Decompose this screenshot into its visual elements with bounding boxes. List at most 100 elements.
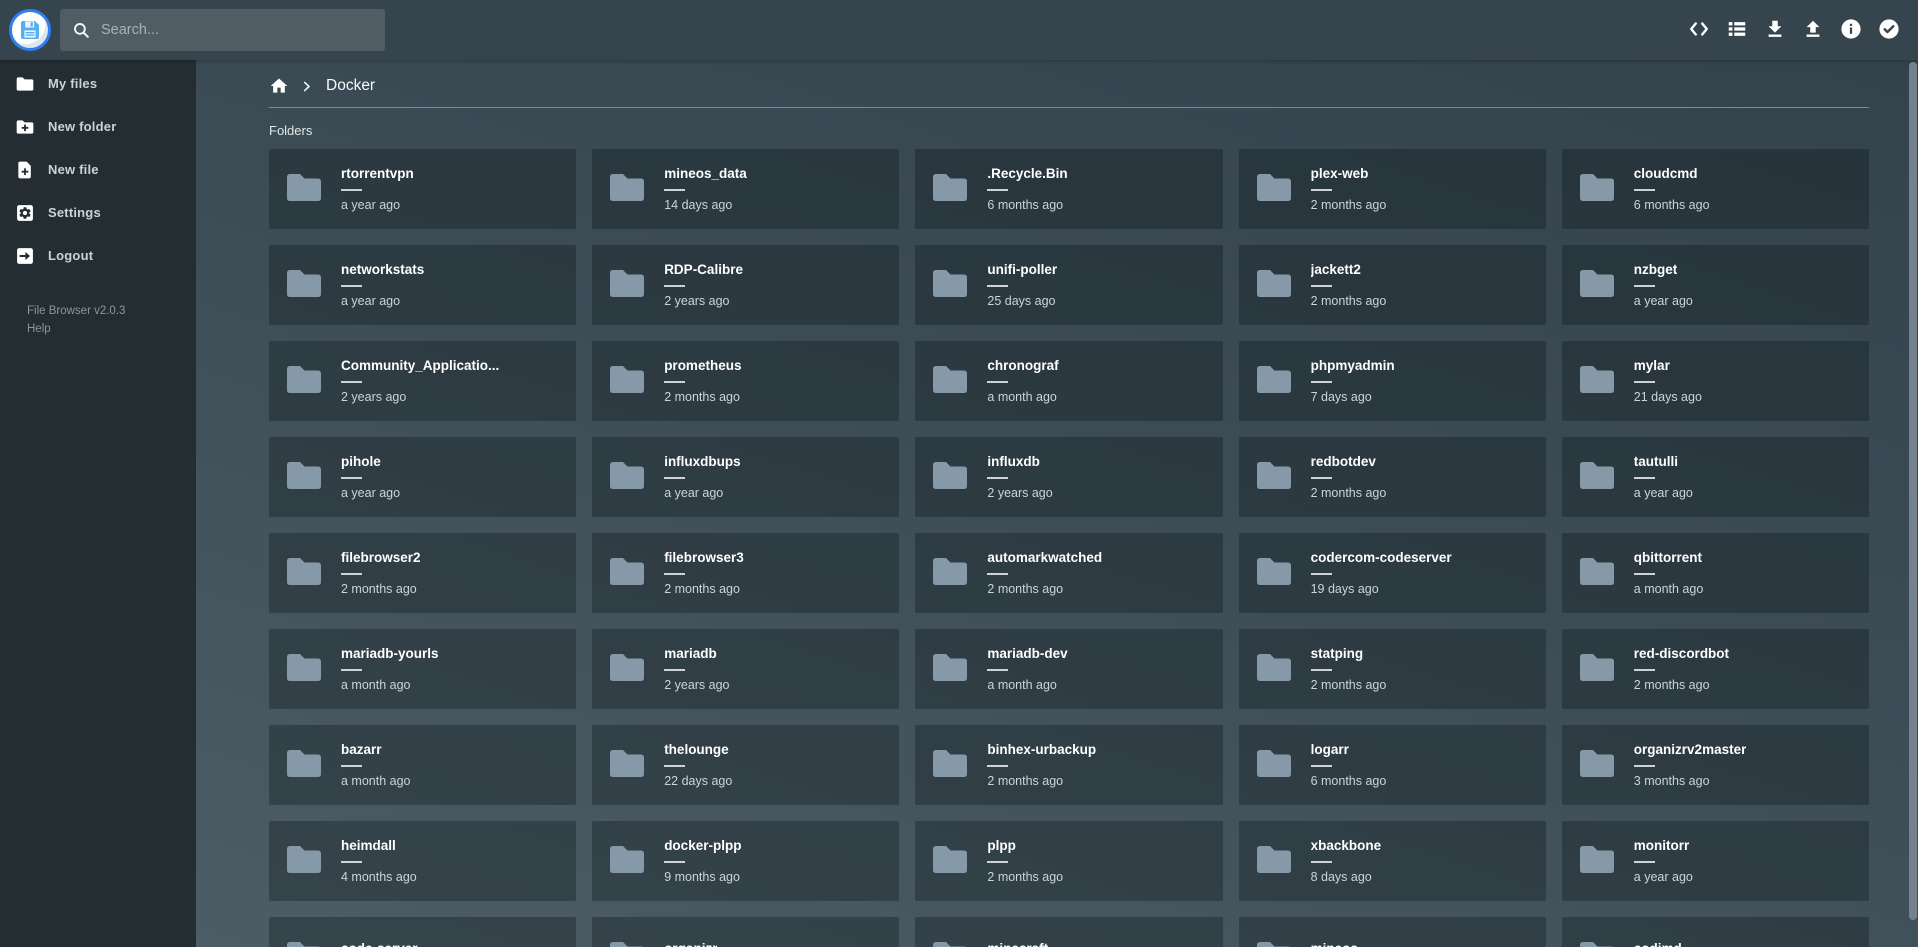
folder-icon (930, 743, 970, 788)
folder-name: redbotdev (1311, 454, 1387, 469)
folder-name: heimdall (341, 838, 417, 853)
select-multiple-button[interactable] (1876, 17, 1902, 43)
top-bar (0, 0, 1918, 60)
folder-card[interactable]: filebrowser32 months ago (592, 533, 899, 613)
sidebar-item-new-folder[interactable]: New folder (0, 105, 196, 148)
folder-name: mariadb-yourls (341, 646, 439, 661)
folder-card[interactable]: thelounge22 days ago (592, 725, 899, 805)
folder-name: xbackbone (1311, 838, 1382, 853)
folder-card[interactable]: docker-plpp9 months ago (592, 821, 899, 901)
folder-name: organizr (664, 941, 717, 947)
folder-card[interactable]: statping2 months ago (1239, 629, 1546, 709)
folder-card[interactable]: mylar21 days ago (1562, 341, 1869, 421)
folder-card[interactable]: filebrowser22 months ago (269, 533, 576, 613)
name-divider (341, 861, 362, 863)
folder-name: codercom-codeserver (1311, 550, 1452, 565)
search-input[interactable] (101, 22, 373, 38)
folder-modified: 2 months ago (987, 870, 1063, 884)
folder-card[interactable]: .Recycle.Bin6 months ago (915, 149, 1222, 229)
folder-card[interactable]: jackett22 months ago (1239, 245, 1546, 325)
folder-card[interactable]: automarkwatched2 months ago (915, 533, 1222, 613)
folder-icon (284, 359, 324, 404)
folder-card[interactable]: unifi-poller25 days ago (915, 245, 1222, 325)
folder-modified: a year ago (1634, 486, 1693, 500)
folder-card[interactable]: minecraft (915, 917, 1222, 947)
download-button[interactable] (1762, 17, 1788, 43)
folder-card[interactable]: influxdb2 years ago (915, 437, 1222, 517)
folder-icon (15, 74, 35, 94)
upload-button[interactable] (1800, 17, 1826, 43)
folder-card[interactable]: networkstatsa year ago (269, 245, 576, 325)
folder-card[interactable]: bazarra month ago (269, 725, 576, 805)
name-divider (341, 765, 362, 767)
folder-name: logarr (1311, 742, 1387, 757)
folder-icon (1577, 551, 1617, 596)
folder-card[interactable]: prometheus2 months ago (592, 341, 899, 421)
folder-card[interactable]: nzbgeta year ago (1562, 245, 1869, 325)
code-icon (1687, 18, 1711, 43)
folder-card[interactable]: cloudcmd6 months ago (1562, 149, 1869, 229)
folder-card[interactable]: red-discordbot2 months ago (1562, 629, 1869, 709)
folder-card[interactable]: mineos (1239, 917, 1546, 947)
sidebar-item-label: Logout (48, 248, 93, 263)
folder-modified: 2 months ago (1311, 678, 1387, 692)
folder-card[interactable]: monitorra year ago (1562, 821, 1869, 901)
folder-card[interactable]: binhex-urbackup2 months ago (915, 725, 1222, 805)
sidebar-item-new-file[interactable]: New file (0, 148, 196, 191)
folder-modified: a month ago (987, 678, 1067, 692)
sidebar-item-settings[interactable]: Settings (0, 191, 196, 234)
folder-modified: a year ago (341, 294, 424, 308)
folder-card[interactable]: Community_Applicatio...2 years ago (269, 341, 576, 421)
folder-card[interactable]: tautulli a year ago (1562, 437, 1869, 517)
view-list-button[interactable] (1724, 17, 1750, 43)
help-link[interactable]: Help (27, 321, 51, 339)
search-bar[interactable] (60, 9, 385, 51)
folder-card[interactable]: phpmyadmin7 days ago (1239, 341, 1546, 421)
folder-card[interactable]: code-server (269, 917, 576, 947)
folder-name: plex-web (1311, 166, 1387, 181)
name-divider (664, 189, 685, 191)
folder-card[interactable]: heimdall 4 months ago (269, 821, 576, 901)
folder-modified: 2 months ago (664, 582, 744, 596)
scrollbar[interactable] (1909, 62, 1917, 920)
folder-card[interactable]: organizrv2master3 months ago (1562, 725, 1869, 805)
folder-card[interactable]: mariadb-deva month ago (915, 629, 1222, 709)
name-divider (341, 285, 362, 287)
folder-icon (930, 359, 970, 404)
name-divider (341, 573, 362, 575)
folder-card[interactable]: codimd (1562, 917, 1869, 947)
folder-modified: 2 years ago (664, 294, 743, 308)
name-divider (341, 381, 362, 383)
folder-modified: 2 months ago (987, 774, 1096, 788)
folder-card[interactable]: mineos_data14 days ago (592, 149, 899, 229)
folder-card[interactable]: redbotdev2 months ago (1239, 437, 1546, 517)
sidebar-item-logout[interactable]: Logout (0, 234, 196, 277)
folder-modified: 4 months ago (341, 870, 417, 884)
folder-card[interactable]: qbittorrenta month ago (1562, 533, 1869, 613)
sidebar-item-label: Settings (48, 205, 101, 220)
switch-view-button[interactable] (1686, 17, 1712, 43)
folder-card[interactable]: plex-web2 months ago (1239, 149, 1546, 229)
folder-modified: 2 years ago (664, 678, 729, 692)
folder-card[interactable]: xbackbone8 days ago (1239, 821, 1546, 901)
info-button[interactable] (1838, 17, 1864, 43)
folder-icon (1254, 647, 1294, 692)
folder-card[interactable]: RDP-Calibre2 years ago (592, 245, 899, 325)
folder-card[interactable]: logarr6 months ago (1239, 725, 1546, 805)
folder-card[interactable]: mariadb-yourlsa month ago (269, 629, 576, 709)
sidebar-item-label: New folder (48, 119, 116, 134)
folder-name: tautulli (1634, 454, 1693, 469)
folder-card[interactable]: organizr (592, 917, 899, 947)
filebrowser-logo[interactable] (9, 9, 51, 51)
home-icon[interactable] (269, 76, 289, 96)
folder-card[interactable]: codercom-codeserver19 days ago (1239, 533, 1546, 613)
folder-card[interactable]: chronografa month ago (915, 341, 1222, 421)
sidebar-item-my-files[interactable]: My files (0, 62, 196, 105)
folder-card[interactable]: piholea year ago (269, 437, 576, 517)
folder-card[interactable]: influxdbupsa year ago (592, 437, 899, 517)
folder-modified: 7 days ago (1311, 390, 1395, 404)
folder-card[interactable]: rtorrentvpna year ago (269, 149, 576, 229)
folder-card[interactable]: plpp2 months ago (915, 821, 1222, 901)
folder-card[interactable]: mariadb2 years ago (592, 629, 899, 709)
folder-modified: 2 years ago (341, 390, 499, 404)
